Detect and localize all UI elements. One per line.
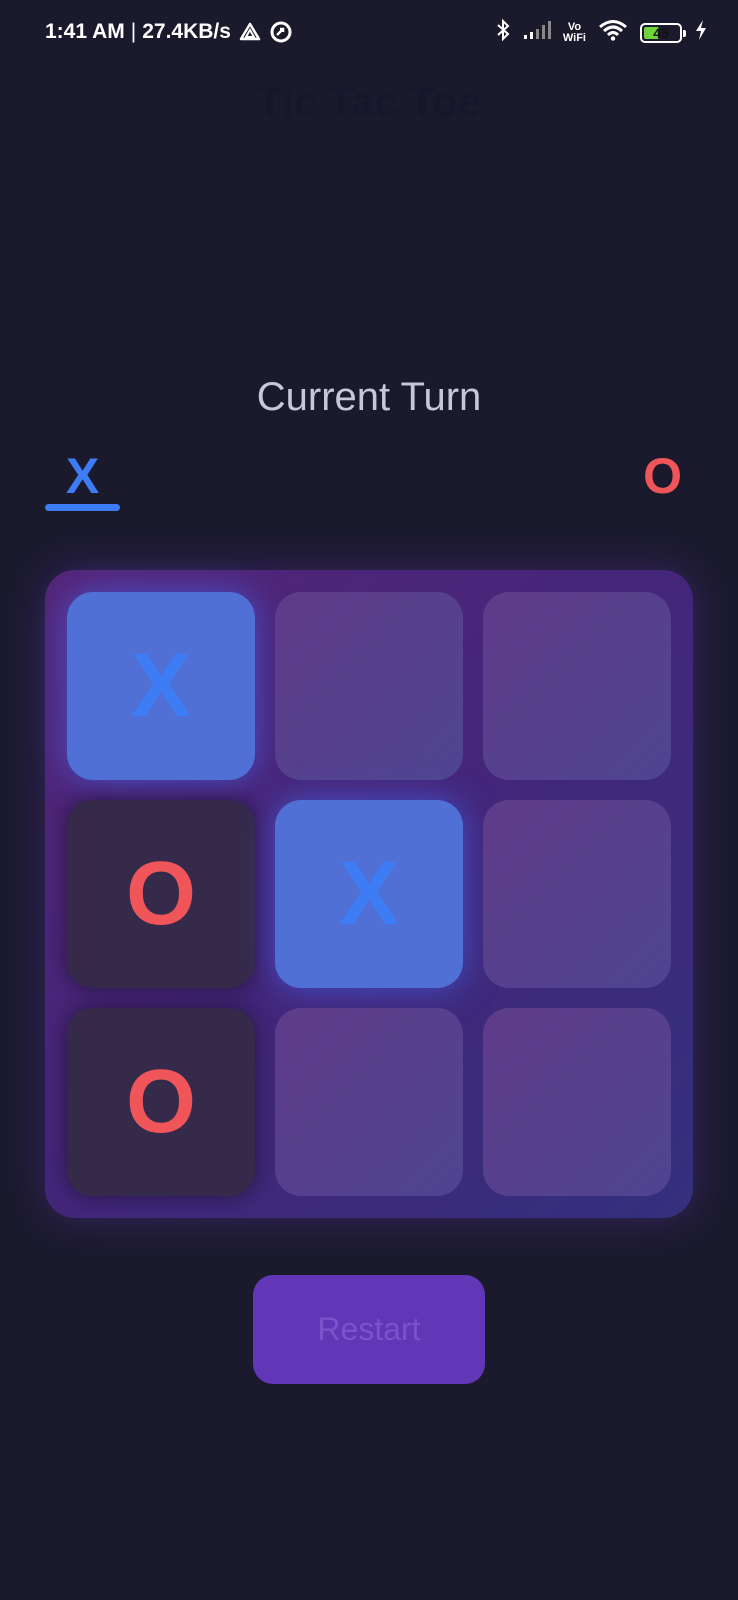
app-title: Tic Tac Toe xyxy=(256,78,482,125)
board-cell[interactable]: X xyxy=(275,800,463,988)
network-speed: 27.4KB/s xyxy=(142,20,231,43)
current-turn-label: Current Turn xyxy=(256,375,482,419)
signal-icon xyxy=(523,20,551,45)
vowifi-top: Vo xyxy=(567,20,582,33)
board-cell[interactable] xyxy=(483,1008,671,1196)
battery-icon: 45 xyxy=(640,22,686,43)
status-bar: 1:41 AM | 27.4KB/s Vo WiFi 45 xyxy=(0,0,738,66)
game-board: X O X O xyxy=(45,570,693,1218)
battery-level: 45 xyxy=(653,24,669,41)
active-turn-underline xyxy=(45,504,120,511)
board-cell[interactable] xyxy=(483,800,671,988)
circle-arrow-icon xyxy=(269,20,293,44)
board-cell[interactable]: O xyxy=(67,800,255,988)
battery-nub xyxy=(683,29,686,37)
status-time: 1:41 AM xyxy=(45,20,125,43)
status-left: 1:41 AM | 27.4KB/s xyxy=(45,20,293,44)
board-cell[interactable] xyxy=(275,592,463,780)
bluetooth-icon xyxy=(495,18,511,47)
drive-triangle-icon xyxy=(239,22,261,42)
board-cell[interactable]: X xyxy=(67,592,255,780)
vowifi-bottom: WiFi xyxy=(562,31,586,44)
restart-button[interactable]: Restart xyxy=(253,1275,485,1384)
board-cell[interactable]: O xyxy=(67,1008,255,1196)
player-x-indicator: X xyxy=(45,448,120,511)
board-cell[interactable] xyxy=(275,1008,463,1196)
player-x-label: X xyxy=(65,448,100,504)
player-o-label: O xyxy=(643,448,682,504)
board-cell[interactable] xyxy=(483,592,671,780)
vowifi-label: Vo WiFi xyxy=(562,20,586,44)
wifi-icon xyxy=(598,19,628,46)
status-right: Vo WiFi 45 xyxy=(495,18,708,47)
status-separator: | xyxy=(130,20,137,43)
charging-bolt-icon xyxy=(694,19,708,46)
